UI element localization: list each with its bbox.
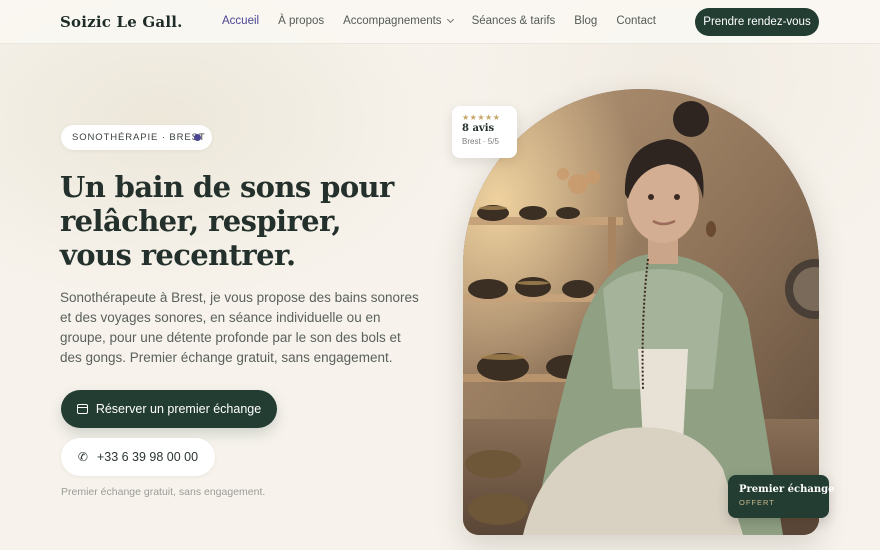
nav-contact[interactable]: Contact: [616, 15, 656, 27]
offer-title: Premier échange: [739, 484, 835, 495]
phone-icon: ✆: [77, 450, 88, 464]
hero-headline: Un bain de sons pour relâcher, respirer,…: [60, 170, 394, 272]
hero-lead: Sonothérapeute à Brest, je vous propose …: [60, 290, 419, 365]
chevron-down-icon: [446, 15, 454, 24]
nav-accueil[interactable]: Accueil: [222, 15, 259, 27]
offer-badge: Premier échange OFFERT: [728, 475, 835, 518]
book-first-call-label: Réserver un premier échange: [95, 402, 262, 416]
main-menu: Accueil À propos Accompagnements Séances…: [222, 15, 656, 27]
rating-meta: Brest · 5/5: [462, 137, 499, 146]
nav-accompagnements-label: Accompagnements: [343, 15, 442, 27]
top-nav: Soizic Le Gall. Accueil À propos Accompa…: [0, 0, 880, 44]
book-appointment-button[interactable]: Prendre rendez-vous: [695, 8, 819, 36]
phone-button[interactable]: ✆ +33 6 39 98 00 00: [61, 438, 215, 476]
rating-count: 8 avis: [462, 123, 495, 134]
portrait-photo: [463, 89, 819, 535]
hero-tag-label: SONOTHÉRAPIE · BREST: [72, 132, 206, 143]
nav-blog[interactable]: Blog: [574, 15, 597, 27]
phone-number: +33 6 39 98 00 00: [96, 450, 199, 464]
hero-tag: SONOTHÉRAPIE · BREST: [61, 125, 212, 150]
book-first-call-button[interactable]: Réserver un premier échange: [61, 390, 277, 428]
nav-seances-tarifs[interactable]: Séances & tarifs: [472, 15, 556, 27]
calendar-icon: [76, 404, 88, 414]
hero-note: Premier échange gratuit, sans engagement…: [61, 486, 266, 498]
tag-dot-icon: [194, 134, 201, 141]
brand-logo[interactable]: Soizic Le Gall.: [60, 13, 183, 31]
rating-stars-icon: ★★★★★: [462, 113, 501, 122]
nav-accompagnements[interactable]: Accompagnements: [343, 15, 454, 27]
nav-a-propos[interactable]: À propos: [278, 15, 324, 27]
offer-subtitle: OFFERT: [739, 498, 775, 507]
rating-card: ★★★★★ 8 avis Brest · 5/5: [452, 106, 517, 158]
